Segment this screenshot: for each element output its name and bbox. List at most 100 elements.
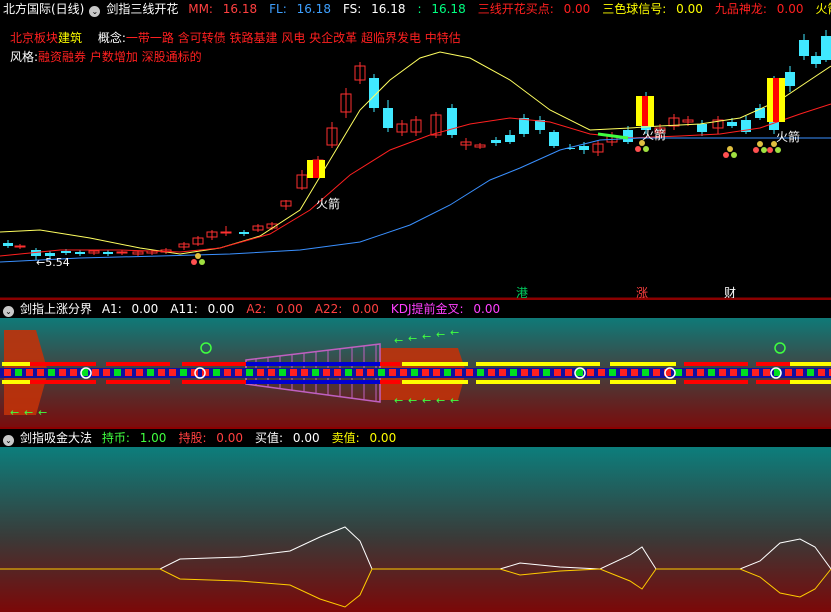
main-chart-pane[interactable]: 北方国际(日线) ⌄ 剑指三线开花 MM: 16.18 FL: 16.18 FS: 16… — [0, 0, 831, 300]
style-list: 融资融券 户数增加 深股通标的 — [38, 50, 202, 64]
money-flow-chart[interactable] — [0, 429, 831, 612]
candle-body — [3, 243, 13, 246]
panel3-indicator-name: 剑指吸金大法 — [20, 431, 93, 445]
low-price-value: 5.54 — [45, 256, 70, 269]
boundary-chart[interactable]: ← ← ← ← ← ← ← ← ← ← ← ← ← — [0, 300, 831, 428]
band-dot — [477, 369, 484, 376]
arrow-left: ← — [38, 406, 47, 419]
band-edge — [790, 380, 831, 384]
arrow-left: ← — [450, 326, 459, 339]
style-label: 风格: — [10, 50, 39, 64]
signal-ball — [199, 259, 205, 265]
param-item: 三线开花买点: 0.00 — [477, 2, 591, 16]
band-dot — [708, 369, 715, 376]
candle-body — [821, 36, 831, 60]
band-dot — [334, 369, 341, 376]
signal-ball — [761, 147, 767, 153]
candle-body — [383, 108, 393, 128]
param-item: KDJ提前金叉: 0.00 — [390, 302, 501, 316]
arrow-left: ← — [408, 332, 417, 345]
indicator-dropdown-icon[interactable]: ⌄ — [3, 435, 14, 446]
band-dot — [565, 369, 572, 376]
band-dot — [15, 369, 22, 376]
band-dot — [686, 369, 693, 376]
param-item: A2: 0.00 — [246, 302, 303, 316]
candle-body — [785, 72, 795, 86]
rocket-bar-core — [773, 78, 779, 122]
candle-body — [727, 122, 737, 126]
candle-body — [799, 40, 809, 56]
band-dot — [730, 369, 737, 376]
band-dot — [235, 369, 242, 376]
indicator-pane-2[interactable]: ← ← ← ← ← ← ← ← ← ← ← ← ← ⌄ 剑指上涨分界 A1: 0.00 A11: 0.00 A… — [0, 300, 831, 428]
band-dot — [631, 369, 638, 376]
band-dot — [224, 369, 231, 376]
candle-body — [697, 124, 707, 132]
arrow-left: ← — [422, 394, 431, 407]
band-dot — [37, 369, 44, 376]
candle-body — [75, 252, 85, 254]
main-header: 北方国际(日线) ⌄ 剑指三线开花 MM: 16.18 FL: 16.18 FS: 16… — [0, 0, 831, 18]
band-dot — [499, 369, 506, 376]
band-dot — [125, 369, 132, 376]
band-dot — [697, 369, 704, 376]
param-item: : 16.18 — [417, 2, 466, 16]
indicator-pane-3[interactable]: ⌄ 剑指吸金大法 持币: 1.00 持股: 0.00 买值: 0.00 卖值: 0.00 — [0, 429, 831, 612]
ma-slow-line — [0, 137, 831, 263]
rocket-bar-core — [642, 96, 648, 126]
band-dot — [653, 369, 660, 376]
band-dot — [620, 369, 627, 376]
param-item: FL: 16.18 — [269, 2, 331, 16]
signal-ball — [643, 146, 649, 152]
band-dot — [4, 369, 11, 376]
band-dot — [213, 369, 220, 376]
signal-ball — [727, 146, 733, 152]
band-edge — [30, 362, 96, 366]
band-dot — [114, 369, 121, 376]
band-dot — [26, 369, 33, 376]
band-edge — [402, 362, 468, 366]
signal-ball — [731, 152, 737, 158]
band-edge — [756, 380, 790, 384]
band-dot — [488, 369, 495, 376]
band-dot — [92, 369, 99, 376]
indicator-dropdown-icon[interactable]: ⌄ — [3, 306, 14, 317]
signal-ball — [191, 259, 197, 265]
band-dot — [510, 369, 517, 376]
panel2-params: A1: 0.00 A11: 0.00 A2: 0.00 A22: 0.00 KDJ提前金… — [102, 302, 512, 316]
band-dot — [719, 369, 726, 376]
concept-list: 一带一路 含可转债 铁路基建 风电 央企改革 超临界发电 中特估 — [125, 31, 461, 45]
band-dot — [48, 369, 55, 376]
signal-ball — [195, 253, 201, 259]
param-item: A1: 0.00 — [101, 302, 159, 316]
band-edge — [30, 380, 96, 384]
band-edge — [182, 380, 246, 384]
band-edge — [380, 380, 400, 384]
panel2-indicator-name: 剑指上涨分界 — [20, 302, 93, 316]
band-dot — [290, 369, 297, 376]
band-edge — [476, 362, 600, 366]
indicator-dropdown-icon[interactable]: ⌄ — [89, 6, 101, 17]
indicator-name: 剑指三线开花 — [106, 2, 179, 16]
band-dot — [147, 369, 154, 376]
arrow-left: ← — [450, 394, 459, 407]
band-dot — [675, 369, 682, 376]
band-edge — [610, 380, 676, 384]
band-edge — [476, 380, 600, 384]
arrow-left: ← — [422, 330, 431, 343]
band-dot — [444, 369, 451, 376]
band-dot — [796, 369, 803, 376]
candle-body — [220, 231, 232, 234]
band-dot — [378, 369, 385, 376]
band-dot — [158, 369, 165, 376]
band-dot — [763, 369, 770, 376]
panel2-header: ⌄ 剑指上涨分界 A1: 0.00 A11: 0.00 A2: 0.00 A22: 0.… — [0, 300, 831, 318]
stock-title: 北方国际(日线) — [3, 2, 85, 16]
band-dot — [455, 369, 462, 376]
param-item: 持股: 0.00 — [178, 431, 244, 445]
arrow-left: ← — [24, 406, 33, 419]
band-edge — [246, 362, 380, 366]
band-dot — [411, 369, 418, 376]
band-dot — [169, 369, 176, 376]
band-dot — [818, 369, 825, 376]
